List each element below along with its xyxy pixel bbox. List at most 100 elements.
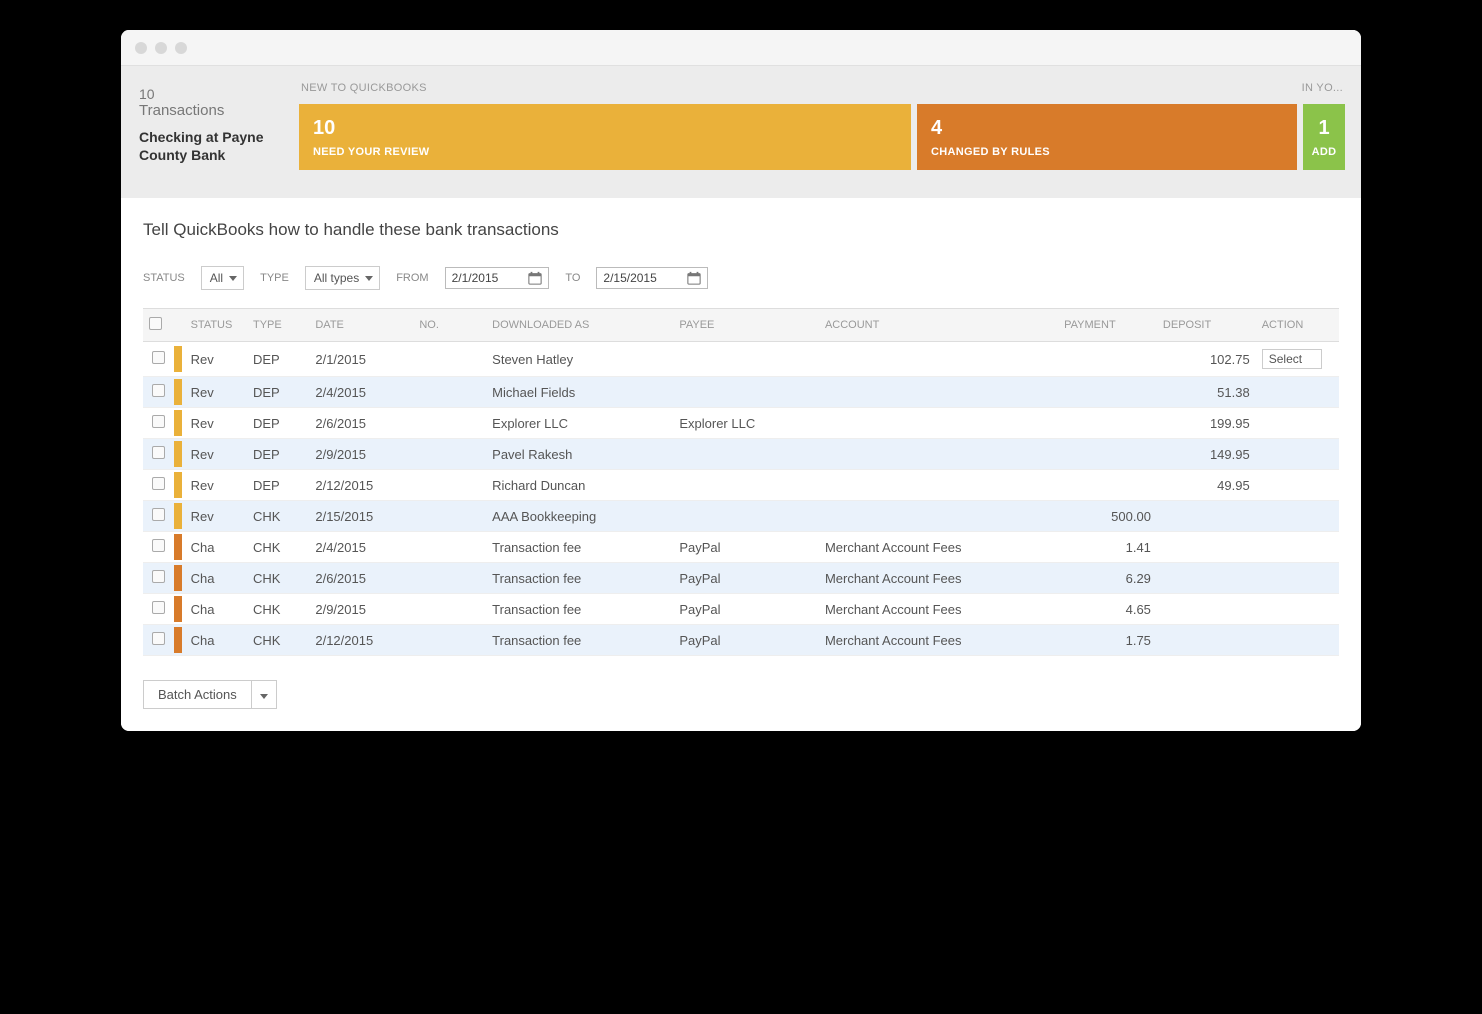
cell-account bbox=[819, 439, 1058, 470]
window-min-dot[interactable] bbox=[155, 42, 167, 54]
col-account[interactable]: ACCOUNT bbox=[819, 309, 1058, 342]
cell-action[interactable] bbox=[1256, 532, 1339, 563]
cell-payee: PayPal bbox=[673, 594, 819, 625]
cell-account bbox=[819, 377, 1058, 408]
row-checkbox[interactable] bbox=[152, 601, 165, 614]
cell-status: Rev bbox=[185, 377, 247, 408]
row-checkbox[interactable] bbox=[152, 508, 165, 521]
cell-downloaded: Michael Fields bbox=[486, 377, 673, 408]
col-payee[interactable]: PAYEE bbox=[673, 309, 819, 342]
select-all-checkbox[interactable] bbox=[149, 317, 162, 330]
cell-no bbox=[413, 594, 486, 625]
cell-account bbox=[819, 501, 1058, 532]
account-name: Checking at Payne County Bank bbox=[139, 129, 285, 164]
cell-account: Merchant Account Fees bbox=[819, 563, 1058, 594]
col-action[interactable]: ACTION bbox=[1256, 309, 1339, 342]
table-row[interactable]: ChaCHK2/4/2015Transaction feePayPalMerch… bbox=[143, 532, 1339, 563]
cell-payment bbox=[1058, 408, 1157, 439]
cell-downloaded: Steven Hatley bbox=[486, 342, 673, 377]
table-row[interactable]: RevDEP2/4/2015Michael Fields51.38 bbox=[143, 377, 1339, 408]
window-max-dot[interactable] bbox=[175, 42, 187, 54]
cell-action[interactable] bbox=[1256, 594, 1339, 625]
cell-deposit: 199.95 bbox=[1157, 408, 1256, 439]
row-checkbox[interactable] bbox=[152, 446, 165, 459]
cell-no bbox=[413, 501, 486, 532]
row-checkbox[interactable] bbox=[152, 539, 165, 552]
transactions-table: STATUS TYPE DATE NO. DOWNLOADED AS PAYEE… bbox=[143, 308, 1339, 656]
cell-date: 2/9/2015 bbox=[309, 439, 413, 470]
tile-add[interactable]: 1 ADD bbox=[1303, 104, 1345, 170]
filter-type-select[interactable]: All types bbox=[305, 266, 380, 290]
cell-type: CHK bbox=[247, 563, 309, 594]
col-status[interactable]: STATUS bbox=[185, 309, 247, 342]
cell-no bbox=[413, 470, 486, 501]
tile-need-review[interactable]: 10 NEED YOUR REVIEW bbox=[299, 104, 911, 170]
cell-account bbox=[819, 408, 1058, 439]
cell-payment: 500.00 bbox=[1058, 501, 1157, 532]
cell-status: Cha bbox=[185, 594, 247, 625]
cell-action[interactable] bbox=[1256, 563, 1339, 594]
cell-payment bbox=[1058, 377, 1157, 408]
cell-action[interactable]: Select bbox=[1256, 342, 1339, 377]
col-deposit[interactable]: DEPOSIT bbox=[1157, 309, 1256, 342]
cell-payment: 4.65 bbox=[1058, 594, 1157, 625]
cell-status: Cha bbox=[185, 563, 247, 594]
col-no[interactable]: NO. bbox=[413, 309, 486, 342]
tiles-area: NEW TO QUICKBOOKS IN YO... 10 NEED YOUR … bbox=[299, 80, 1345, 170]
col-type[interactable]: TYPE bbox=[247, 309, 309, 342]
footer: Batch Actions bbox=[121, 666, 1361, 731]
row-checkbox[interactable] bbox=[152, 632, 165, 645]
cell-action[interactable] bbox=[1256, 501, 1339, 532]
cell-downloaded: Richard Duncan bbox=[486, 470, 673, 501]
cell-type: CHK bbox=[247, 501, 309, 532]
window-close-dot[interactable] bbox=[135, 42, 147, 54]
cell-status: Rev bbox=[185, 408, 247, 439]
cell-action[interactable] bbox=[1256, 439, 1339, 470]
row-checkbox[interactable] bbox=[152, 351, 165, 364]
col-downloaded[interactable]: DOWNLOADED AS bbox=[486, 309, 673, 342]
filter-bar: STATUS All TYPE All types FROM 2/1/2015 … bbox=[143, 266, 1339, 290]
cell-action[interactable] bbox=[1256, 470, 1339, 501]
status-color-bar bbox=[174, 472, 182, 498]
filter-status-label: STATUS bbox=[143, 272, 185, 284]
action-select[interactable]: Select bbox=[1262, 349, 1322, 369]
transaction-count-label: Transactions bbox=[139, 102, 285, 119]
table-row[interactable]: RevCHK2/15/2015AAA Bookkeeping500.00 bbox=[143, 501, 1339, 532]
status-color-bar bbox=[174, 346, 182, 372]
batch-actions-dropdown[interactable]: Batch Actions bbox=[143, 680, 277, 709]
row-checkbox[interactable] bbox=[152, 570, 165, 583]
cell-status: Rev bbox=[185, 342, 247, 377]
table-row[interactable]: ChaCHK2/9/2015Transaction feePayPalMerch… bbox=[143, 594, 1339, 625]
status-color-bar bbox=[174, 379, 182, 405]
filter-from-date[interactable]: 2/1/2015 bbox=[445, 267, 550, 289]
table-header-row: STATUS TYPE DATE NO. DOWNLOADED AS PAYEE… bbox=[143, 309, 1339, 342]
col-date[interactable]: DATE bbox=[309, 309, 413, 342]
table-row[interactable]: RevDEP2/1/2015Steven Hatley102.75Select bbox=[143, 342, 1339, 377]
app-window: 10 Transactions Checking at Payne County… bbox=[121, 30, 1361, 731]
cell-no bbox=[413, 563, 486, 594]
cell-action[interactable] bbox=[1256, 377, 1339, 408]
tile-changed-by-rules[interactable]: 4 CHANGED BY RULES bbox=[917, 104, 1297, 170]
filter-to-date[interactable]: 2/15/2015 bbox=[596, 267, 707, 289]
cell-type: DEP bbox=[247, 439, 309, 470]
cell-date: 2/4/2015 bbox=[309, 532, 413, 563]
table-row[interactable]: ChaCHK2/12/2015Transaction feePayPalMerc… bbox=[143, 625, 1339, 656]
cell-action[interactable] bbox=[1256, 408, 1339, 439]
cell-downloaded: Transaction fee bbox=[486, 563, 673, 594]
tile-review-label: NEED YOUR REVIEW bbox=[313, 146, 897, 158]
table-row[interactable]: RevDEP2/6/2015Explorer LLCExplorer LLC19… bbox=[143, 408, 1339, 439]
row-checkbox[interactable] bbox=[152, 384, 165, 397]
new-to-qb-label: NEW TO QUICKBOOKS bbox=[301, 82, 427, 94]
cell-deposit bbox=[1157, 501, 1256, 532]
tile-rules-count: 4 bbox=[931, 117, 1283, 140]
table-row[interactable]: RevDEP2/12/2015Richard Duncan49.95 bbox=[143, 470, 1339, 501]
cell-account bbox=[819, 342, 1058, 377]
cell-action[interactable] bbox=[1256, 625, 1339, 656]
row-checkbox[interactable] bbox=[152, 477, 165, 490]
row-checkbox[interactable] bbox=[152, 415, 165, 428]
cell-type: CHK bbox=[247, 532, 309, 563]
table-row[interactable]: RevDEP2/9/2015Pavel Rakesh149.95 bbox=[143, 439, 1339, 470]
table-row[interactable]: ChaCHK2/6/2015Transaction feePayPalMerch… bbox=[143, 563, 1339, 594]
filter-status-select[interactable]: All bbox=[201, 266, 244, 290]
col-payment[interactable]: PAYMENT bbox=[1058, 309, 1157, 342]
